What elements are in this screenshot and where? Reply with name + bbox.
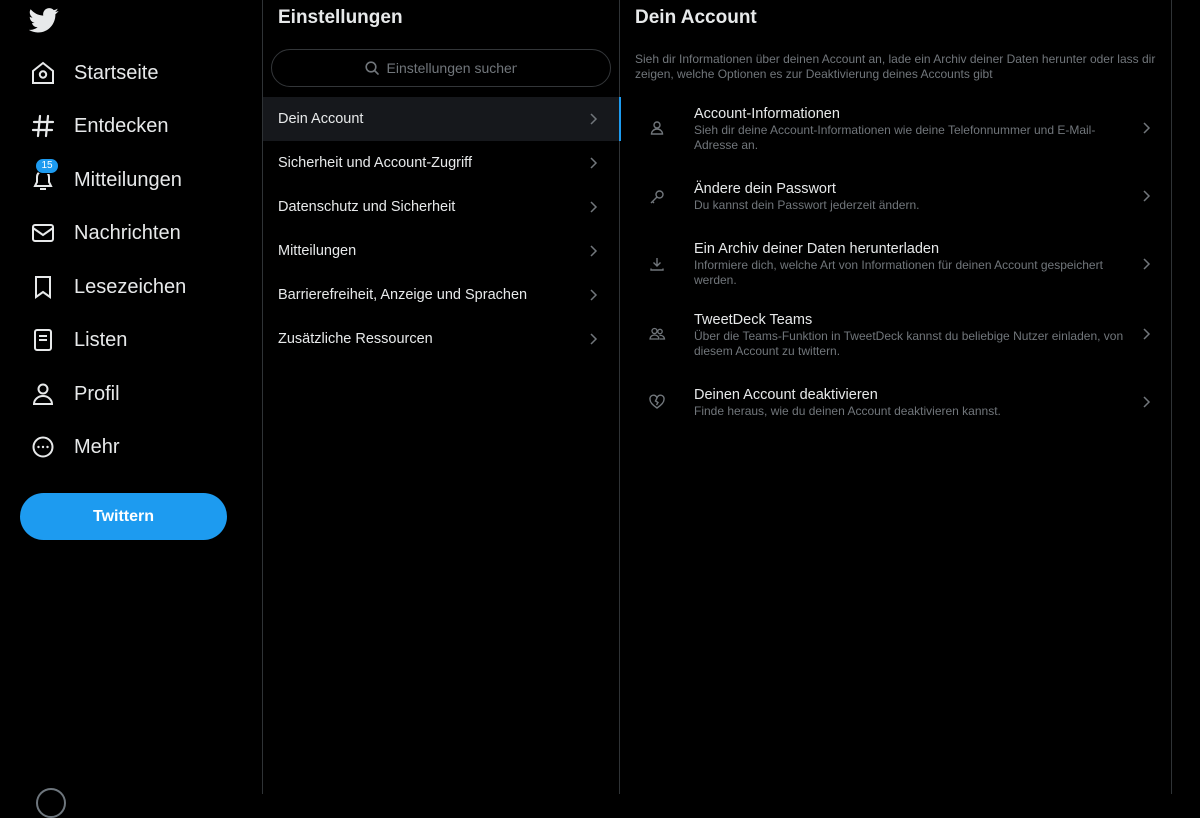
twitter-bird-icon[interactable] bbox=[29, 5, 59, 35]
chevron-right-icon bbox=[585, 199, 601, 215]
chevron-right-icon bbox=[1138, 394, 1154, 410]
account-item-title: Deinen Account deaktivieren bbox=[694, 387, 878, 403]
home-icon bbox=[30, 60, 56, 86]
person-icon bbox=[648, 119, 666, 137]
person-icon bbox=[30, 381, 56, 407]
nav-label-explore: Entdecken bbox=[74, 114, 169, 137]
settings-column: Einstellungen Dein Account Sicherheit un… bbox=[262, 0, 621, 794]
account-item-title: TweetDeck Teams bbox=[694, 312, 813, 328]
account-item-deactivate[interactable]: Deinen Account deaktivieren Finde heraus… bbox=[620, 376, 1170, 428]
account-item-description: Über die Teams-Funktion in TweetDeck kan… bbox=[694, 329, 1124, 358]
hashtag-icon bbox=[30, 113, 56, 139]
detail-intro: Sieh dir Informationen über deinen Accou… bbox=[635, 52, 1156, 81]
nav-label-more: Mehr bbox=[74, 435, 120, 458]
chevron-right-icon bbox=[1138, 188, 1154, 204]
account-item-tweetdeck-teams[interactable]: TweetDeck Teams Über die Teams-Funktion … bbox=[620, 302, 1170, 368]
chevron-right-icon bbox=[585, 111, 601, 127]
broken-heart-icon bbox=[648, 393, 666, 411]
settings-title: Einstellungen bbox=[278, 7, 403, 28]
nav-item-messages[interactable]: Nachrichten bbox=[30, 213, 181, 253]
account-detail-column: Dein Account Sieh dir Informationen über… bbox=[620, 0, 1172, 794]
nav-label-messages: Nachrichten bbox=[74, 221, 181, 244]
settings-item-privacy[interactable]: Datenschutz und Sicherheit bbox=[263, 185, 619, 229]
settings-item-label: Dein Account bbox=[278, 111, 364, 127]
settings-item-label: Barrierefreiheit, Anzeige und Sprachen bbox=[278, 287, 528, 303]
nav-label-bookmarks: Lesezeichen bbox=[74, 275, 187, 298]
chevron-right-icon bbox=[1138, 326, 1154, 342]
nav-item-explore[interactable]: Entdecken bbox=[30, 106, 169, 146]
settings-item-label: Datenschutz und Sicherheit bbox=[278, 199, 456, 215]
nav-item-notifications[interactable]: 15 Mitteilungen bbox=[30, 158, 182, 200]
account-item-description: Finde heraus, wie du deinen Account deak… bbox=[694, 404, 1001, 418]
settings-search-input[interactable] bbox=[384, 59, 519, 77]
chevron-right-icon bbox=[1138, 120, 1154, 136]
account-item-title: Account-Informationen bbox=[694, 106, 840, 122]
settings-item-notifications[interactable]: Mitteilungen bbox=[263, 229, 619, 273]
account-switcher-avatar[interactable] bbox=[36, 788, 66, 818]
nav-item-home[interactable]: Startseite bbox=[30, 53, 158, 93]
primary-navigation: Startseite Entdecken 15 Mitteilungen Nac… bbox=[0, 0, 262, 818]
account-item-title: Ändere dein Passwort bbox=[694, 181, 836, 197]
bell-icon: 15 bbox=[30, 158, 59, 193]
settings-item-label: Sicherheit und Account-Zugriff bbox=[278, 155, 472, 171]
nav-item-bookmarks[interactable]: Lesezeichen bbox=[30, 267, 186, 307]
notification-count-badge: 15 bbox=[35, 158, 59, 174]
nav-label-home: Startseite bbox=[74, 61, 159, 84]
tweet-button[interactable]: Twittern bbox=[20, 493, 227, 540]
nav-label-lists: Listen bbox=[74, 328, 128, 351]
settings-search[interactable] bbox=[271, 49, 611, 87]
search-icon bbox=[364, 60, 380, 76]
detail-title: Dein Account bbox=[635, 7, 757, 28]
nav-label-profile: Profil bbox=[74, 382, 120, 405]
settings-item-label: Mitteilungen bbox=[278, 243, 357, 259]
bookmark-icon bbox=[30, 274, 56, 300]
chevron-right-icon bbox=[585, 155, 601, 171]
account-item-information[interactable]: Account-Informationen Sieh dir deine Acc… bbox=[620, 97, 1170, 163]
download-icon bbox=[648, 255, 666, 273]
settings-item-your-account[interactable]: Dein Account bbox=[263, 97, 621, 141]
nav-item-profile[interactable]: Profil bbox=[30, 374, 120, 414]
settings-item-accessibility[interactable]: Barrierefreiheit, Anzeige und Sprachen bbox=[263, 273, 619, 317]
settings-item-security[interactable]: Sicherheit und Account-Zugriff bbox=[263, 141, 619, 185]
chevron-right-icon bbox=[585, 287, 601, 303]
chevron-right-icon bbox=[585, 331, 601, 347]
key-icon bbox=[648, 188, 666, 206]
account-item-description: Du kannst dein Passwort jederzeit ändern… bbox=[694, 198, 920, 212]
settings-item-resources[interactable]: Zusätzliche Ressourcen bbox=[263, 317, 619, 361]
nav-item-lists[interactable]: Listen bbox=[30, 320, 127, 360]
account-item-description: Informiere dich, welche Art von Informat… bbox=[694, 258, 1103, 287]
chevron-right-icon bbox=[585, 243, 601, 259]
chevron-right-icon bbox=[1138, 256, 1154, 272]
nav-label-notifications: Mitteilungen bbox=[74, 168, 182, 191]
list-icon bbox=[30, 327, 56, 353]
people-icon bbox=[648, 325, 666, 343]
nav-item-more[interactable]: Mehr bbox=[30, 427, 120, 467]
more-circle-icon bbox=[30, 434, 56, 460]
account-item-change-password[interactable]: Ändere dein Passwort Du kannst dein Pass… bbox=[620, 170, 1170, 222]
settings-item-label: Zusätzliche Ressourcen bbox=[278, 331, 433, 347]
account-item-download-archive[interactable]: Ein Archiv deiner Daten herunterladen In… bbox=[620, 232, 1170, 296]
envelope-icon bbox=[30, 220, 56, 246]
account-item-description: Sieh dir deine Account-Informationen wie… bbox=[694, 123, 1096, 152]
account-item-title: Ein Archiv deiner Daten herunterladen bbox=[694, 241, 940, 257]
